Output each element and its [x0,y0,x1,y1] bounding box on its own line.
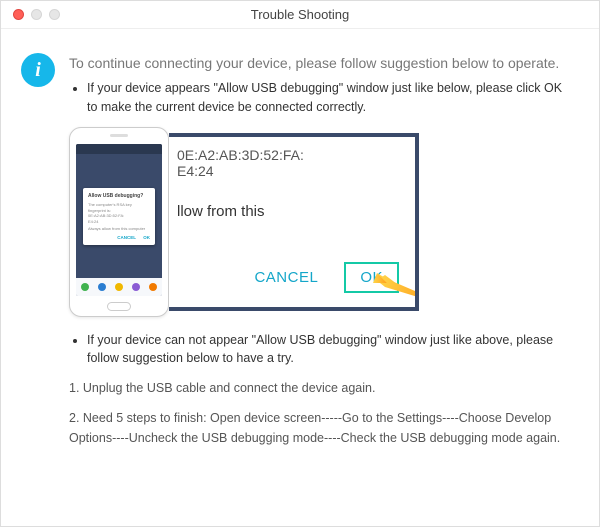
close-icon[interactable] [13,9,24,20]
phone-home-button [107,302,131,311]
usb-debug-popup: Allow USB debugging? The computer's RSA … [83,188,155,245]
content-area: To continue connecting your device, plea… [69,47,569,458]
zoom-dialog: 0E:A2:AB:3D:52:FA: E4:24 llow from this … [169,133,419,311]
info-icon: i [21,53,55,87]
popup-line: E4:24 [88,219,150,225]
phone-statusbar [76,144,162,154]
fingerprint-line: E4:24 [177,163,403,179]
popup-check: Always allow from this computer [88,226,150,232]
cancel-button[interactable]: CANCEL [254,269,318,286]
troubleshoot-window: Trouble Shooting i To continue connectin… [0,0,600,527]
window-title: Trouble Shooting [251,7,350,22]
nav-icon [115,283,123,291]
instruction-list-2: If your device can not appear "Allow USB… [69,331,569,369]
nav-icon [132,283,140,291]
step-1: 1. Unplug the USB cable and connect the … [69,378,569,398]
popup-ok: OK [143,235,150,240]
allow-text-partial: llow from this [177,203,403,220]
step-2: 2. Need 5 steps to finish: Open device s… [69,408,569,448]
lead-text: To continue connecting your device, plea… [69,55,569,71]
steps-block: 1. Unplug the USB cable and connect the … [69,378,569,448]
ok-button[interactable]: OK [344,262,399,293]
phone-navbar [76,278,162,296]
zoom-inner: 0E:A2:AB:3D:52:FA: E4:24 llow from this [169,137,415,266]
instruction-item-1: If your device appears "Allow USB debugg… [87,79,569,117]
nav-icon [81,283,89,291]
popup-title: Allow USB debugging? [88,193,150,201]
maximize-icon[interactable] [49,9,60,20]
nav-icon [149,283,157,291]
instruction-item-2: If your device can not appear "Allow USB… [87,331,569,369]
window-controls [13,9,60,20]
illustration-row: Allow USB debugging? The computer's RSA … [69,127,569,317]
nav-icon [98,283,106,291]
fingerprint-line: 0E:A2:AB:3D:52:FA: [177,147,403,163]
phone-speaker [110,134,128,137]
titlebar: Trouble Shooting [1,1,599,29]
popup-actions: CANCEL OK [88,235,150,242]
popup-cancel: CANCEL [117,235,136,240]
minimize-icon[interactable] [31,9,42,20]
zoom-actions: CANCEL OK [254,262,399,293]
phone-screen: Allow USB debugging? The computer's RSA … [76,144,162,296]
instruction-list: If your device appears "Allow USB debugg… [69,79,569,117]
dialog-body: i To continue connecting your device, pl… [1,29,599,478]
phone-mockup: Allow USB debugging? The computer's RSA … [69,127,169,317]
